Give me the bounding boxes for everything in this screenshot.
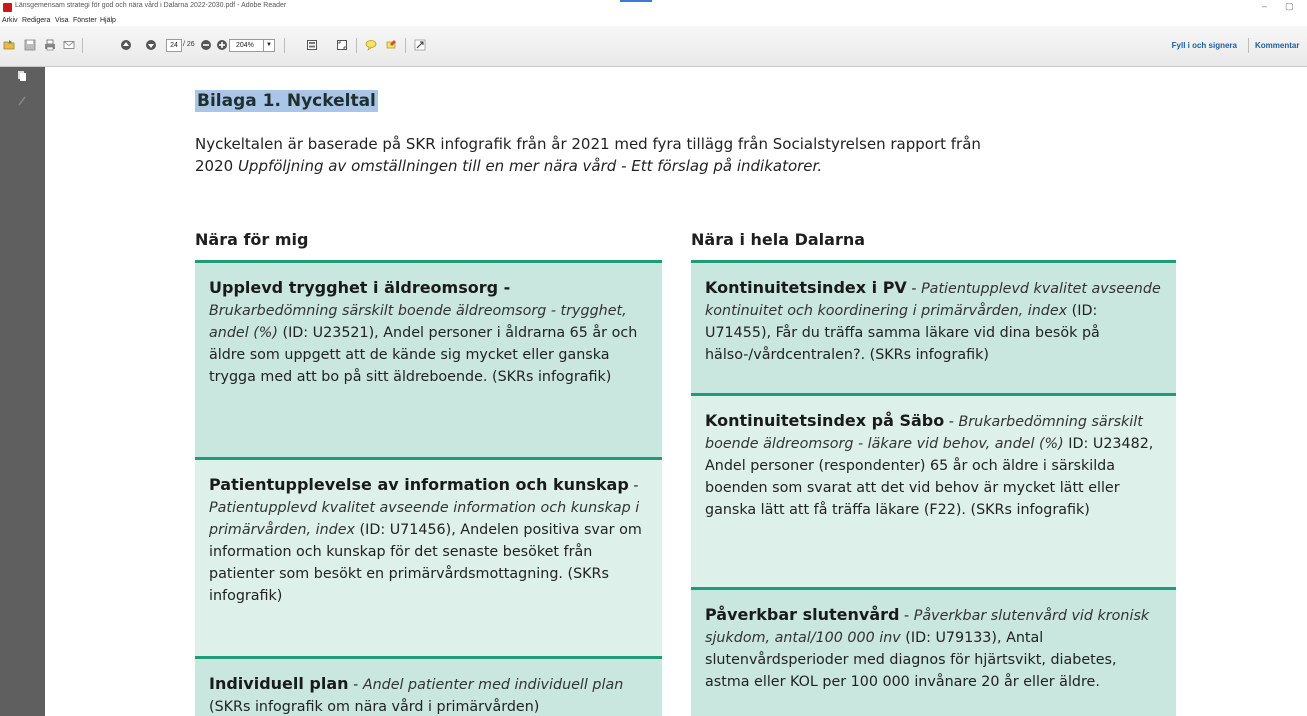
zoom-level-value: 204% xyxy=(236,42,254,49)
toolbar-separator xyxy=(284,38,285,53)
save-icon[interactable] xyxy=(24,39,36,51)
comment-button[interactable]: Kommentar xyxy=(1255,41,1307,50)
menu-redigera[interactable]: Redigera xyxy=(22,17,50,24)
highlight-icon[interactable] xyxy=(385,39,397,51)
chevron-down-icon: ▼ xyxy=(263,40,274,51)
page-thumbnails-icon[interactable] xyxy=(17,70,27,82)
kpi-title: Kontinuitetsindex på Säbo xyxy=(705,411,945,430)
full-screen-icon[interactable] xyxy=(336,39,348,51)
page-number-input[interactable]: 24 xyxy=(166,39,182,52)
kpi-card-patientupplevelse: Patientupplevelse av information och kun… xyxy=(195,457,662,658)
page-heading: Bilaga 1. Nyckeltal xyxy=(195,90,378,112)
page-total: / 26 xyxy=(183,41,195,48)
toolbar-separator xyxy=(1248,38,1249,53)
menu-hjalp[interactable]: Hjälp xyxy=(100,17,116,24)
left-column-heading: Nära för mig xyxy=(195,230,309,249)
menu-fonster[interactable]: Fönster xyxy=(73,17,97,24)
kpi-title: Kontinuitetsindex i PV xyxy=(705,278,907,297)
signature-icon[interactable] xyxy=(17,95,27,107)
intro-italic-text: Uppföljning av omställningen till en mer… xyxy=(237,157,823,175)
toolbar-separator xyxy=(405,38,406,53)
toolbar-separator xyxy=(82,38,83,53)
title-bar: Länsgemensam strategi för god och nära v… xyxy=(0,0,1307,16)
kpi-card-kontinuitet-sabo: Kontinuitetsindex på Säbo - Brukarbedömn… xyxy=(691,393,1176,589)
menu-arkiv[interactable]: Arkiv xyxy=(2,17,18,24)
print-icon[interactable] xyxy=(44,39,56,51)
previous-page-icon[interactable] xyxy=(120,39,132,51)
fit-page-icon[interactable] xyxy=(306,39,318,51)
comment-icon[interactable] xyxy=(365,39,377,51)
title-accent xyxy=(620,0,652,2)
kpi-title: Påverkbar slutenvård xyxy=(705,605,900,624)
email-icon[interactable] xyxy=(63,39,75,51)
adobe-reader-icon xyxy=(3,3,12,12)
menu-visa[interactable]: Visa xyxy=(55,17,69,24)
zoom-out-icon[interactable] xyxy=(200,39,212,51)
zoom-in-icon[interactable] xyxy=(216,39,228,51)
kpi-title: Patientupplevelse av information och kun… xyxy=(209,475,629,494)
kpi-card-kontinuitet-pv: Kontinuitetsindex i PV - Patientupplevd … xyxy=(691,260,1176,394)
fill-and-sign-button[interactable]: Fyll i och signera xyxy=(1172,41,1237,50)
intro-paragraph: Nyckeltalen är baserade på SKR infografi… xyxy=(195,133,995,177)
navigation-panel xyxy=(0,67,45,716)
menu-bar: Arkiv Redigera Visa Fönster Hjälp xyxy=(0,16,1307,26)
kpi-card-individuell-plan: Individuell plan - Andel patienter med i… xyxy=(195,656,662,716)
right-column-heading: Nära i hela Dalarna xyxy=(691,230,866,249)
kpi-card-upplevd-trygghet: Upplevd trygghet i äldreomsorg - Brukarb… xyxy=(195,260,662,458)
kpi-description: (SKRs infografik om nära vård i primärvå… xyxy=(209,699,540,715)
restore-button[interactable]: ▢ xyxy=(1285,1,1294,12)
document-view[interactable]: Bilaga 1. Nyckeltal Nyckeltalen är baser… xyxy=(45,67,1307,716)
open-folder-icon[interactable] xyxy=(3,39,15,51)
next-page-icon[interactable] xyxy=(145,39,157,51)
kpi-title: Individuell plan xyxy=(209,674,349,693)
kpi-measure: Andel patienter med individuell plan xyxy=(362,677,624,693)
kpi-title: Upplevd trygghet i äldreomsorg - xyxy=(209,278,511,297)
expand-icon[interactable] xyxy=(414,39,426,51)
kpi-card-paverkbar-slutenvard: Påverkbar slutenvård - Påverkbar slutenv… xyxy=(691,587,1176,716)
toolbar-separator xyxy=(356,38,357,53)
minimize-button[interactable]: – xyxy=(1262,1,1267,11)
toolbar: 24 / 26 204% ▼ Fyll i och signera Kommen… xyxy=(0,26,1307,67)
zoom-level-select[interactable]: 204% ▼ xyxy=(229,39,275,52)
window-title: Länsgemensam strategi för god och nära v… xyxy=(15,2,287,9)
